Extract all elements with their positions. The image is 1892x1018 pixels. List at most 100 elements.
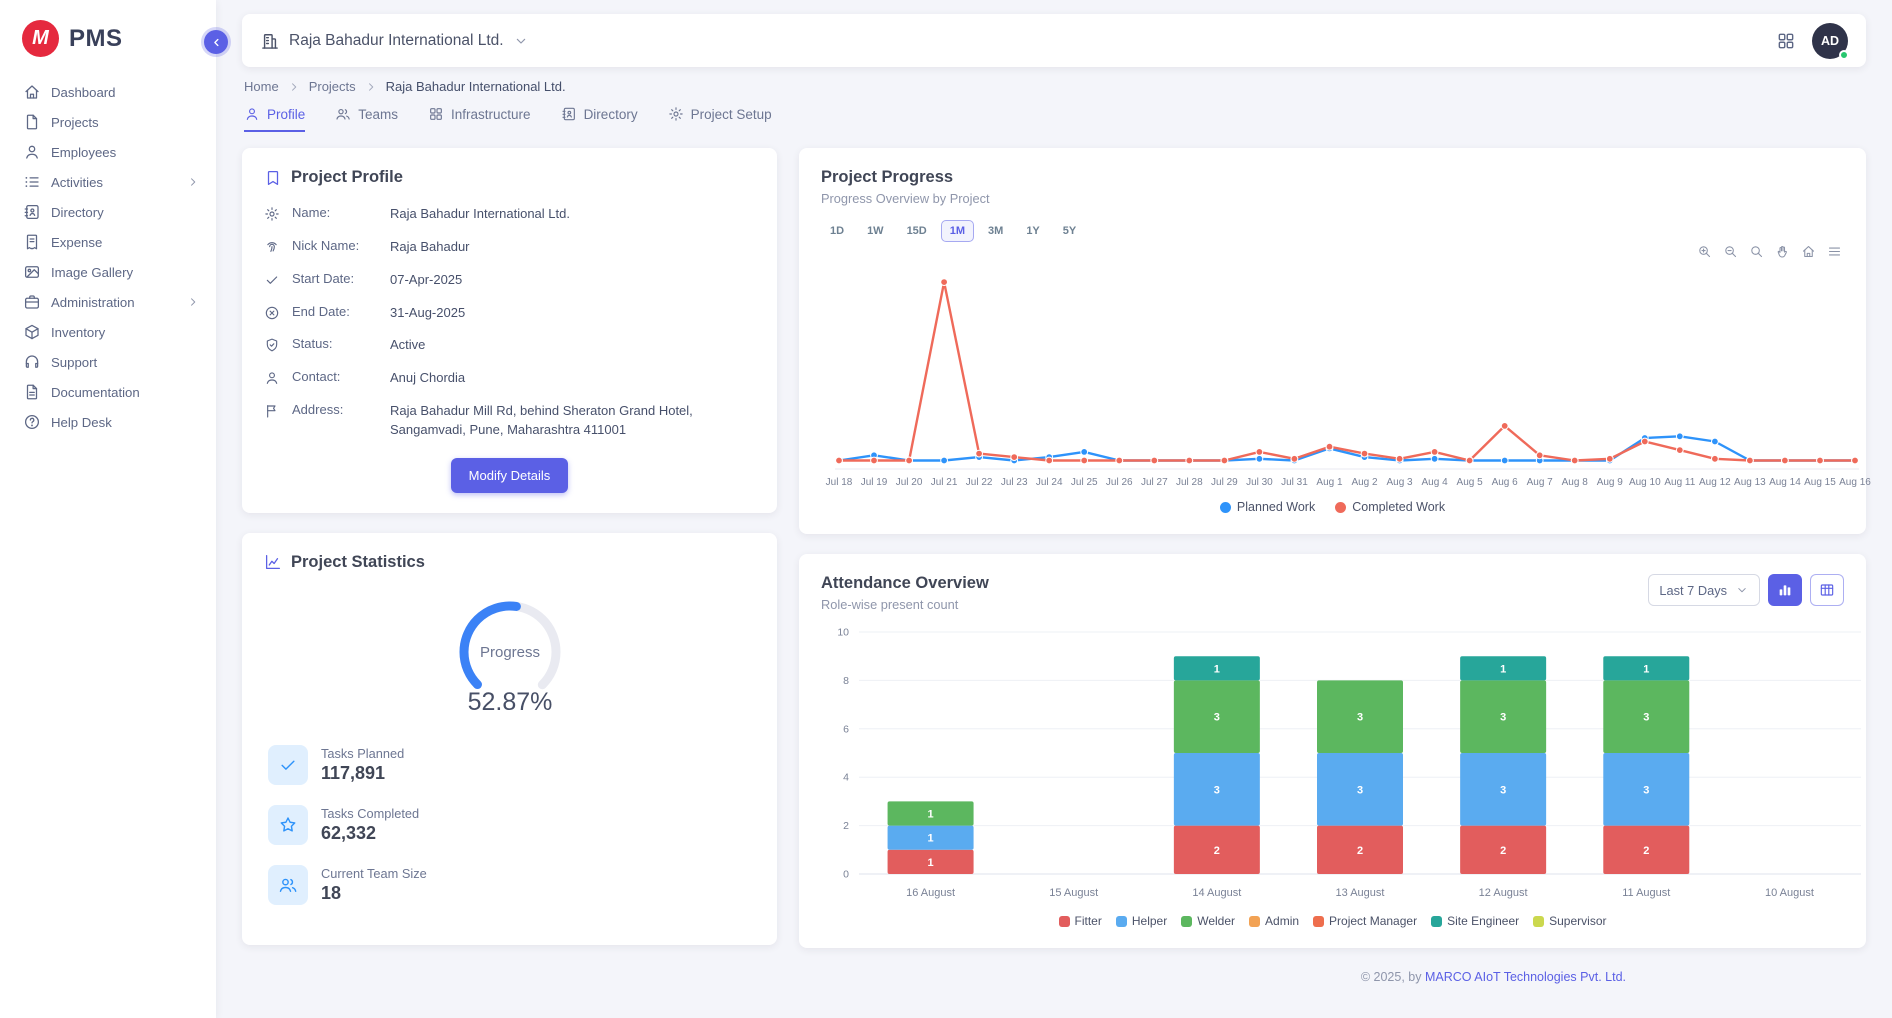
chevron-right-icon <box>186 295 200 309</box>
range-1y-button[interactable]: 1Y <box>1017 220 1048 242</box>
bar-chart-legend: Fitter Helper Welder Admin Project Manager Si… <box>821 914 1844 928</box>
expense-icon <box>23 233 41 251</box>
tab-teams[interactable]: Teams <box>335 106 398 132</box>
documentation-icon <box>23 383 41 401</box>
legend-label: Site Engineer <box>1447 914 1519 928</box>
chart-menu-icon[interactable] <box>1827 244 1842 259</box>
sidebar-item-support[interactable]: Support <box>0 347 216 377</box>
sidebar-item-employees[interactable]: Employees <box>0 137 216 167</box>
svg-text:2: 2 <box>1643 845 1649 857</box>
svg-text:Aug 3: Aug 3 <box>1386 477 1413 488</box>
profile-field-contact: Contact: Anuj Chordia <box>264 369 755 388</box>
legend-item-admin[interactable]: Admin <box>1249 914 1299 928</box>
building-icon <box>260 31 280 51</box>
card-title: Attendance Overview <box>821 574 989 593</box>
legend-item-site-engineer[interactable]: Site Engineer <box>1431 914 1519 928</box>
stat-tasks-planned: Tasks Planned117,891 <box>268 745 755 785</box>
project-progress-card: Project Progress Progress Overview by Pr… <box>799 148 1866 534</box>
attendance-range-select[interactable]: Last 7 Days <box>1648 574 1760 606</box>
zoom-out-icon[interactable] <box>1723 244 1738 259</box>
sidebar-item-label: Dashboard <box>51 85 116 100</box>
svg-text:Aug 13: Aug 13 <box>1734 477 1766 488</box>
sidebar-collapse-button[interactable] <box>204 30 228 54</box>
tab-profile[interactable]: Profile <box>244 106 305 132</box>
legend-label: Planned Work <box>1237 500 1315 514</box>
dashboard-icon <box>23 83 41 101</box>
field-value: Anuj Chordia <box>390 369 755 388</box>
legend-item-supervisor[interactable]: Supervisor <box>1533 914 1606 928</box>
range-3m-button[interactable]: 3M <box>979 220 1012 242</box>
svg-text:8: 8 <box>843 675 849 687</box>
main-area: Raja Bahadur International Ltd. AD Home … <box>216 0 1892 1018</box>
sidebar-item-image-gallery[interactable]: Image Gallery <box>0 257 216 287</box>
app-logo[interactable]: M PMS <box>0 16 216 77</box>
range-1d-button[interactable]: 1D <box>821 220 853 242</box>
zoom-in-icon[interactable] <box>1697 244 1712 259</box>
profile-field-nickname: Nick Name: Raja Bahadur <box>264 238 755 257</box>
field-value: 31-Aug-2025 <box>390 304 755 323</box>
svg-text:Aug 7: Aug 7 <box>1527 477 1554 488</box>
svg-text:Jul 28: Jul 28 <box>1176 477 1203 488</box>
field-label: Nick Name: <box>292 238 380 253</box>
legend-item-welder[interactable]: Welder <box>1181 914 1235 928</box>
sidebar-item-label: Projects <box>51 115 99 130</box>
sidebar-item-label: Inventory <box>51 325 105 340</box>
x-circle-icon <box>264 305 280 321</box>
svg-text:Aug 9: Aug 9 <box>1597 477 1624 488</box>
pan-icon[interactable] <box>1775 244 1790 259</box>
sidebar-item-inventory[interactable]: Inventory <box>0 317 216 347</box>
sidebar-item-projects[interactable]: Projects <box>0 107 216 137</box>
sidebar-item-expense[interactable]: Expense <box>0 227 216 257</box>
svg-text:1: 1 <box>928 809 934 821</box>
reset-zoom-icon[interactable] <box>1801 244 1816 259</box>
sidebar-item-documentation[interactable]: Documentation <box>0 377 216 407</box>
svg-text:Jul 30: Jul 30 <box>1246 477 1273 488</box>
sidebar-item-administration[interactable]: Administration <box>0 287 216 317</box>
tab-bar: Profile Teams Infrastructure Directory P… <box>244 106 1864 132</box>
sidebar-item-label: Administration <box>51 295 135 310</box>
legend-item-project-manager[interactable]: Project Manager <box>1313 914 1417 928</box>
field-value: Raja Bahadur <box>390 238 755 257</box>
company-selector[interactable]: Raja Bahadur International Ltd. <box>260 31 529 51</box>
user-avatar[interactable]: AD <box>1812 23 1848 59</box>
inventory-icon <box>23 323 41 341</box>
legend-item-planned-work[interactable]: Planned Work <box>1220 500 1315 514</box>
range-5y-button[interactable]: 5Y <box>1054 220 1085 242</box>
sidebar-item-help-desk[interactable]: Help Desk <box>0 407 216 437</box>
stat-tasks-completed: Tasks Completed62,332 <box>268 805 755 845</box>
range-1m-button[interactable]: 1M <box>941 220 974 242</box>
image-gallery-icon <box>23 263 41 281</box>
chart-view-button[interactable] <box>1768 574 1802 606</box>
legend-item-completed-work[interactable]: Completed Work <box>1335 500 1445 514</box>
legend-item-helper[interactable]: Helper <box>1116 914 1167 928</box>
breadcrumb-home[interactable]: Home <box>244 79 279 94</box>
selection-zoom-icon[interactable] <box>1749 244 1764 259</box>
sidebar-item-dashboard[interactable]: Dashboard <box>0 77 216 107</box>
field-label: Contact: <box>292 369 380 384</box>
breadcrumb-projects[interactable]: Projects <box>309 79 356 94</box>
apps-grid-button[interactable] <box>1776 31 1796 51</box>
svg-text:1: 1 <box>1643 663 1649 675</box>
stat-value: 117,891 <box>321 763 404 784</box>
footer-link[interactable]: MARCO AIoT Technologies Pvt. Ltd. <box>1425 970 1626 984</box>
sidebar-item-directory[interactable]: Directory <box>0 197 216 227</box>
legend-item-fitter[interactable]: Fitter <box>1059 914 1102 928</box>
range-15d-button[interactable]: 15D <box>898 220 936 242</box>
tab-infrastructure[interactable]: Infrastructure <box>428 106 531 132</box>
tab-project-setup[interactable]: Project Setup <box>668 106 772 132</box>
content-grid: Project Profile Name:Raja Bahadur Intern… <box>242 148 1866 996</box>
svg-text:Jul 19: Jul 19 <box>861 477 888 488</box>
stat-label: Current Team Size <box>321 866 427 881</box>
legend-label: Project Manager <box>1329 914 1417 928</box>
bookmark-icon <box>264 169 282 187</box>
sidebar-item-activities[interactable]: Activities <box>0 167 216 197</box>
modify-details-button[interactable]: Modify Details <box>451 458 569 493</box>
svg-text:Jul 18: Jul 18 <box>826 477 853 488</box>
table-view-button[interactable] <box>1810 574 1844 606</box>
range-1w-button[interactable]: 1W <box>858 220 893 242</box>
sidebar-nav: Dashboard Projects Employees Activities … <box>0 77 216 437</box>
card-title: Project Statistics <box>291 553 425 572</box>
tab-directory[interactable]: Directory <box>561 106 638 132</box>
gear-icon <box>264 206 280 222</box>
breadcrumb: Home Projects Raja Bahadur International… <box>244 79 1864 94</box>
